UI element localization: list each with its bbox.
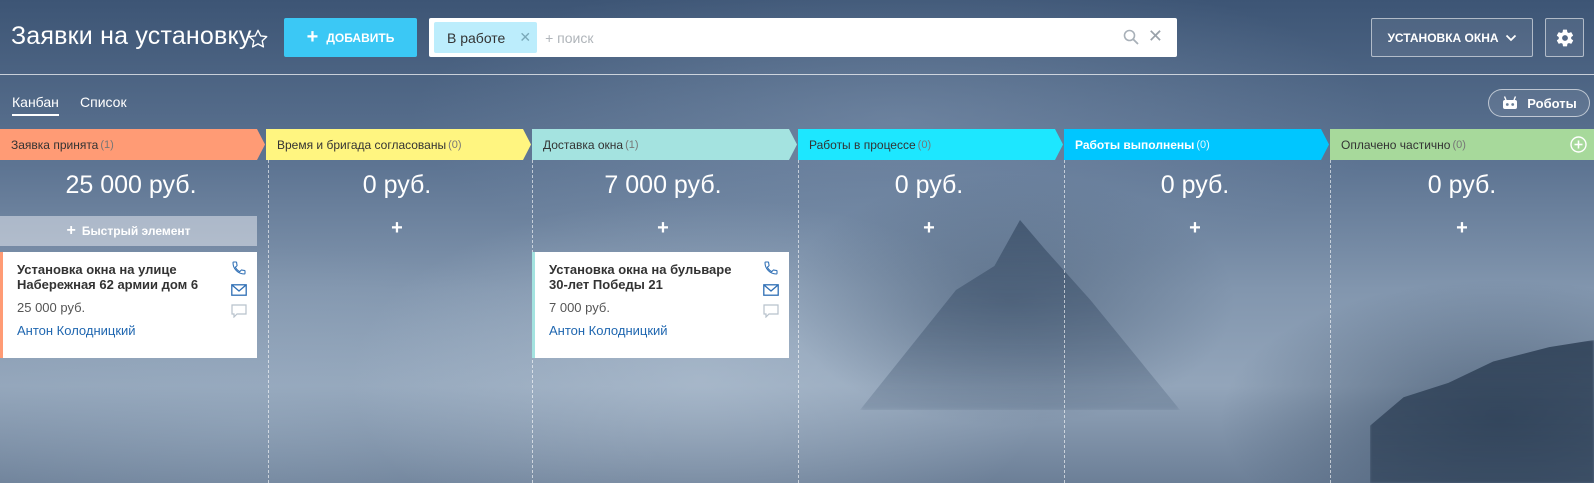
filter-tag[interactable]: В работе ✕ [434,22,538,53]
add-column-icon[interactable] [1570,136,1587,153]
card-actions [763,260,781,325]
card-responsible-link[interactable]: Антон Колодницкий [549,323,668,338]
search-icon[interactable] [1123,29,1139,45]
page-title: Заявки на установку [11,22,252,50]
column-add-button[interactable]: + [1330,217,1594,239]
card-responsible-link[interactable]: Антон Колодницкий [17,323,136,338]
deal-card[interactable]: Установка окна на улице Набережная 62 ар… [0,252,257,358]
column-sum: 0 руб. [1160,171,1230,199]
quick-add-label: Быстрый элемент [81,224,191,238]
column-add-button[interactable]: + [798,217,1060,239]
plus-icon: + [306,25,319,48]
kanban-column-1: Заявка принята (1) 25 000 руб. + Быстрый… [0,129,265,483]
settings-button[interactable] [1545,18,1584,57]
column-sum: 0 руб. [894,171,964,199]
plus-icon: + [66,222,76,239]
kanban-column-2: Время и бригада согласованы (0) 0 руб. + [266,129,531,483]
column-header[interactable]: Заявка принята (1) [0,129,114,160]
column-title: Оплачено частично [1341,137,1451,152]
page-header: Заявки на установку + ДОБАВИТЬ В работе … [0,0,1594,74]
tab-kanban[interactable]: Канбан [12,94,59,116]
column-sum: 0 руб. [1427,171,1497,199]
filter-search-bar[interactable]: В работе ✕ ✕ [429,18,1177,57]
column-count: (1) [100,138,114,151]
kanban-column-3: Доставка окна (1) 7 000 руб. + Установка… [532,129,797,483]
add-button[interactable]: + ДОБАВИТЬ [284,18,417,57]
chat-icon[interactable] [231,304,247,318]
tab-list[interactable]: Список [80,94,127,110]
column-count: (1) [625,138,639,151]
card-actions [231,260,249,325]
column-title: Работы выполнены [1075,137,1195,152]
column-title: Время и бригада согласованы [277,137,447,152]
column-add-button[interactable]: + [532,217,794,239]
column-add-button[interactable]: + [266,217,528,239]
chevron-down-icon [1505,34,1516,41]
column-title: Заявка принята [11,137,99,152]
robot-icon [1503,96,1518,109]
gear-icon [1556,29,1573,46]
column-sum: 7 000 руб. [604,171,722,199]
header-divider [0,74,1594,75]
kanban-column-6: Оплачено частично (0) 0 руб. + [1330,129,1594,483]
close-icon[interactable]: ✕ [1148,27,1163,45]
column-sum: 25 000 руб. [65,171,197,199]
category-dropdown-button[interactable]: УСТАНОВКА ОКНА [1371,18,1533,57]
column-header[interactable]: Доставка окна (1) [532,129,639,160]
filter-tag-remove-icon[interactable]: ✕ [519,29,531,46]
kanban-column-4: Работы в процессе (0) 0 руб. + [798,129,1063,483]
column-count: (0) [1452,138,1466,151]
star-icon[interactable] [247,28,269,50]
column-header[interactable]: Работы в процессе (0) [798,129,931,160]
kanban-board: Заявка принята (1) 25 000 руб. + Быстрый… [0,129,1594,483]
column-header[interactable]: Время и бригада согласованы (0) [266,129,462,160]
column-header[interactable]: Работы выполнены (0) [1064,129,1210,160]
search-input[interactable] [545,19,1177,56]
add-button-label: ДОБАВИТЬ [326,30,395,45]
category-button-label: УСТАНОВКА ОКНА [1387,30,1499,45]
card-price: 25 000 руб. [17,300,86,315]
card-title[interactable]: Установка окна на бульваре 30-лет Победы… [549,262,749,292]
card-title[interactable]: Установка окна на улице Набережная 62 ар… [17,262,217,292]
quick-add-button[interactable]: + Быстрый элемент [0,216,257,246]
column-title: Работы в процессе [809,137,916,152]
robots-button-label: Роботы [1527,95,1577,111]
filter-tag-label: В работе [447,29,506,46]
column-count: (0) [1196,138,1210,151]
card-price: 7 000 руб. [549,300,610,315]
mail-icon[interactable] [231,283,247,297]
column-count: (0) [448,138,462,151]
robots-button[interactable]: Роботы [1488,89,1590,117]
kanban-column-5: Работы выполнены (0) 0 руб. + [1064,129,1329,483]
column-header[interactable]: Оплачено частично (0) [1330,129,1466,160]
column-count: (0) [917,138,932,151]
column-title: Доставка окна [543,137,624,152]
chat-icon[interactable] [763,304,779,318]
deal-card[interactable]: Установка окна на бульваре 30-лет Победы… [532,252,789,358]
phone-icon[interactable] [231,260,247,276]
column-add-button[interactable]: + [1064,217,1326,239]
phone-icon[interactable] [763,260,779,276]
column-sum: 0 руб. [362,171,432,199]
mail-icon[interactable] [763,283,779,297]
